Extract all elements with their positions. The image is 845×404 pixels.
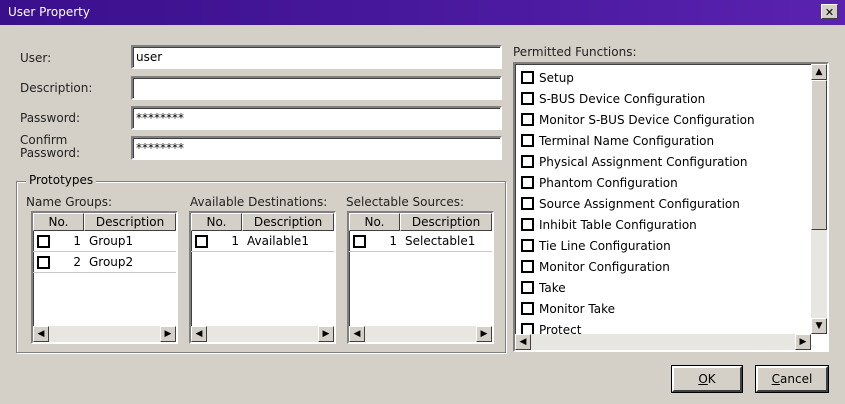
function-label: S-BUS Device Configuration [539, 92, 706, 106]
row-no: 1 [389, 234, 397, 248]
scroll-right-icon[interactable]: ▶ [318, 326, 334, 342]
scroll-down-icon[interactable]: ▼ [811, 318, 827, 334]
scroll-right-icon[interactable]: ▶ [476, 326, 492, 342]
row-description: Group1 [89, 234, 134, 248]
ok-button[interactable]: OK [672, 366, 742, 392]
scroll-left-icon[interactable]: ◀ [515, 334, 531, 350]
function-checkbox[interactable] [521, 281, 534, 294]
row-checkbox[interactable] [195, 235, 208, 248]
confirm-label-line1: Confirm [20, 133, 68, 147]
function-checkbox[interactable] [521, 92, 534, 105]
horizontal-scrollbar[interactable]: ◀ ▶ [191, 326, 334, 342]
confirm-password-field[interactable]: ******** [131, 136, 502, 160]
table-row[interactable]: 1 Group1 [33, 231, 176, 252]
scroll-right-icon[interactable]: ▶ [160, 326, 176, 342]
permitted-functions-label: Permitted Functions: [513, 45, 637, 59]
function-checkbox[interactable] [521, 155, 534, 168]
user-field[interactable]: user [131, 45, 502, 69]
function-label: Protect [539, 323, 582, 334]
horizontal-scrollbar[interactable]: ◀ ▶ [33, 326, 176, 342]
scroll-left-icon[interactable]: ◀ [349, 326, 365, 342]
function-label: Setup [539, 71, 574, 85]
vertical-scrollbar[interactable]: ▲ ▼ [811, 64, 827, 334]
close-button[interactable]: ✕ [821, 4, 838, 19]
row-no: 2 [73, 255, 81, 269]
function-label: Physical Assignment Configuration [539, 155, 748, 169]
row-no: 1 [73, 234, 81, 248]
prototypes-title: Prototypes [26, 173, 97, 187]
selectable-sources-label: Selectable Sources: [346, 195, 465, 209]
confirm-label-line2: Password: [20, 146, 81, 160]
scroll-right-icon[interactable]: ▶ [795, 334, 811, 350]
row-checkbox[interactable] [37, 256, 50, 269]
confirm-password-label: Confirm Password: [20, 134, 80, 160]
function-label: Monitor S-BUS Device Configuration [539, 113, 755, 127]
cancel-mnemonic: C [771, 372, 781, 386]
available-destinations-label: Available Destinations: [190, 195, 328, 209]
function-label: Tie Line Configuration [539, 239, 671, 253]
function-checkbox[interactable] [521, 197, 534, 210]
scroll-left-icon[interactable]: ◀ [191, 326, 207, 342]
table-row[interactable]: 2 Group2 [33, 252, 176, 273]
password-field[interactable]: ******** [131, 106, 502, 130]
function-label: Monitor Take [539, 302, 616, 316]
function-label: Take [539, 281, 566, 295]
function-label: Phantom Configuration [539, 176, 678, 190]
user-property-dialog: User Property ✕ User: user Description: … [0, 0, 845, 404]
selectable-sources-list[interactable]: No. Description 1 Selectable1 ◀ ▶ [347, 211, 494, 344]
row-no: 1 [231, 234, 239, 248]
col-header-no[interactable]: No. [191, 213, 242, 231]
function-label: Monitor Configuration [539, 260, 670, 274]
function-checkbox[interactable] [521, 218, 534, 231]
ok-mnemonic: O [698, 372, 708, 386]
col-header-description[interactable]: Description [84, 213, 176, 231]
col-header-description[interactable]: Description [242, 213, 334, 231]
function-checkbox[interactable] [521, 134, 534, 147]
horizontal-scrollbar[interactable]: ◀ ▶ [515, 334, 811, 350]
col-header-no[interactable]: No. [33, 213, 84, 231]
row-description: Available1 [247, 234, 309, 248]
function-checkbox[interactable] [521, 239, 534, 252]
row-description: Selectable1 [405, 234, 476, 248]
col-header-no[interactable]: No. [349, 213, 400, 231]
function-label: Terminal Name Configuration [539, 134, 715, 148]
window-title: User Property [8, 5, 90, 19]
close-icon: ✕ [824, 6, 835, 19]
scroll-left-icon[interactable]: ◀ [33, 326, 49, 342]
scroll-up-icon[interactable]: ▲ [811, 64, 827, 80]
table-row[interactable]: 1 Available1 [191, 231, 334, 252]
table-row[interactable]: 1 Selectable1 [349, 231, 492, 252]
scroll-thumb[interactable] [811, 80, 827, 230]
function-checkbox[interactable] [521, 323, 534, 334]
function-checkbox[interactable] [521, 302, 534, 315]
available-destinations-list[interactable]: No. Description 1 Available1 ◀ ▶ [189, 211, 336, 344]
col-header-description[interactable]: Description [400, 213, 492, 231]
permitted-functions-items: Setup S-BUS Device Configuration Monitor… [515, 64, 811, 334]
ok-label-rest: K [707, 372, 716, 386]
password-label: Password: [20, 111, 81, 125]
cancel-button[interactable]: Cancel [756, 366, 828, 392]
row-description: Group2 [89, 255, 134, 269]
function-checkbox[interactable] [521, 113, 534, 126]
row-checkbox[interactable] [353, 235, 366, 248]
horizontal-scrollbar[interactable]: ◀ ▶ [349, 326, 492, 342]
permitted-functions-list[interactable]: Setup S-BUS Device Configuration Monitor… [513, 62, 829, 352]
row-checkbox[interactable] [37, 235, 50, 248]
function-label: Inhibit Table Configuration [539, 218, 697, 232]
description-field[interactable] [131, 76, 502, 100]
function-checkbox[interactable] [521, 260, 534, 273]
title-bar[interactable]: User Property ✕ [0, 0, 845, 25]
function-label: Source Assignment Configuration [539, 197, 740, 211]
name-groups-label: Name Groups: [26, 195, 113, 209]
function-checkbox[interactable] [521, 71, 534, 84]
function-checkbox[interactable] [521, 176, 534, 189]
description-label: Description: [20, 81, 93, 95]
name-groups-list[interactable]: No. Description 1 Group1 2 Group2 ◀ ▶ [31, 211, 178, 344]
user-label: User: [20, 51, 52, 65]
cancel-label-rest: ancel [780, 372, 813, 386]
